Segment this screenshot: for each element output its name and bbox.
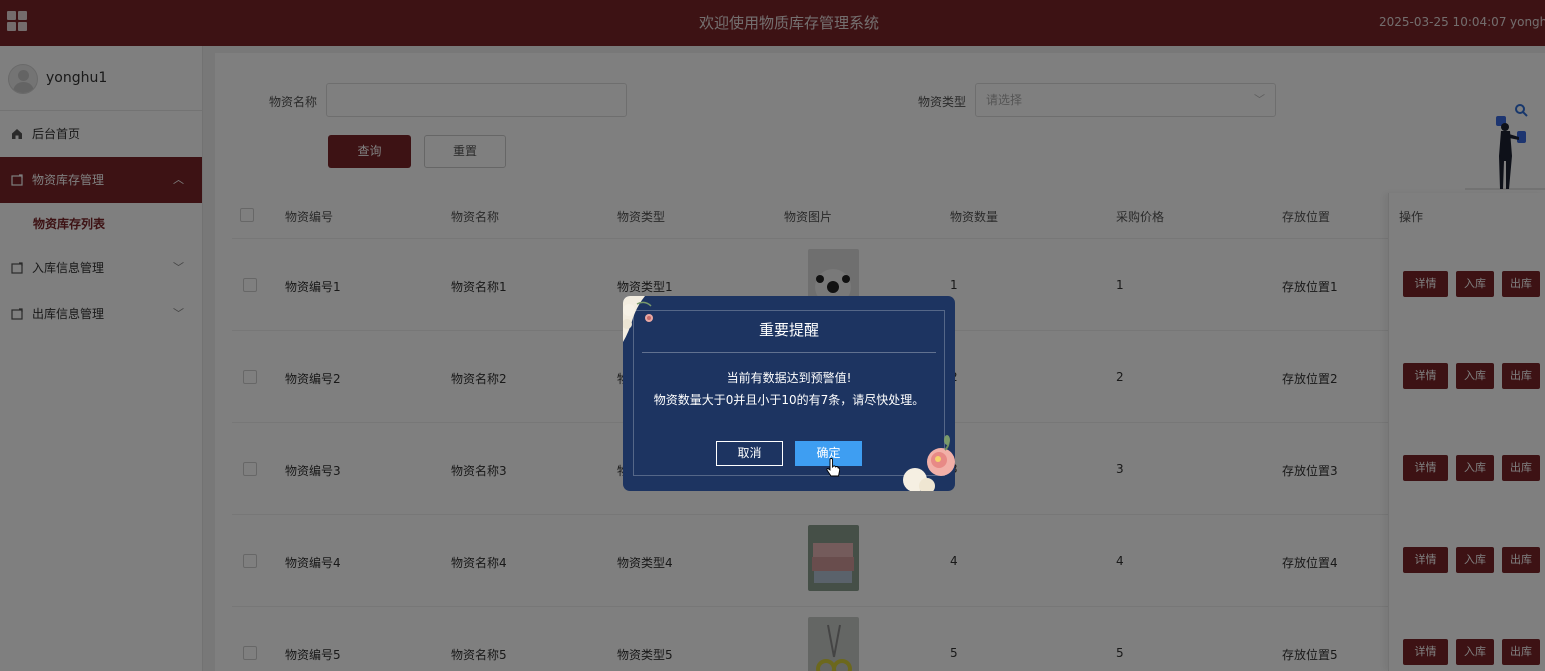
dialog-title: 重要提醒: [758, 321, 819, 339]
hand-cursor-icon: [826, 458, 840, 477]
warning-dialog: 重要提醒 当前有数据达到预警值! 物资数量大于0并且小于10的有7条，请尽快处理…: [623, 296, 955, 491]
dialog-message-line1: 当前有数据达到预警值!: [726, 371, 852, 385]
dialog-message-line2: 物资数量大于0并且小于10的有7条，请尽快处理。: [653, 393, 925, 407]
dialog-divider: [642, 352, 936, 353]
flower-decoration-icon: [903, 435, 955, 491]
flower-decoration-icon: [623, 296, 653, 342]
cancel-button[interactable]: 取消: [716, 441, 783, 466]
